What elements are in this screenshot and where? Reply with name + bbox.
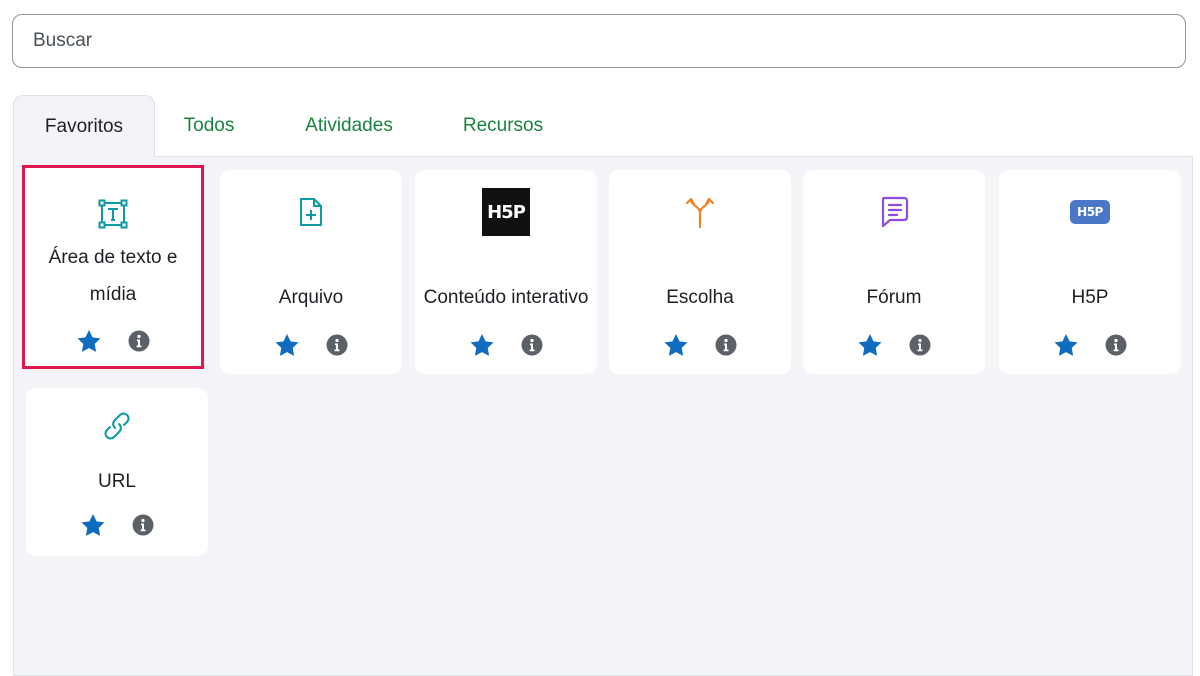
text-area-icon (25, 192, 201, 236)
module-label: Arquivo (278, 287, 344, 308)
module-label: Escolha (666, 287, 734, 308)
star-icon[interactable] (80, 513, 106, 537)
module-card-url[interactable]: URL (26, 388, 208, 556)
module-card-arquivo[interactable]: Arquivo (220, 170, 402, 374)
info-icon[interactable] (521, 334, 543, 356)
info-icon[interactable] (715, 334, 737, 356)
tab-favoritos[interactable]: Favoritos (13, 95, 155, 157)
star-icon[interactable] (857, 333, 883, 357)
file-plus-icon (220, 190, 402, 234)
module-card-conteudo-interativo[interactable]: H5P Conteúdo interativo (415, 170, 597, 374)
module-card-escolha[interactable]: Escolha (609, 170, 791, 374)
module-label: URL (97, 471, 136, 492)
search-input[interactable] (12, 14, 1186, 68)
info-icon[interactable] (128, 330, 150, 352)
module-label: Área de texto e mídia (48, 247, 178, 305)
info-icon[interactable] (326, 334, 348, 356)
module-card-text-area[interactable]: Área de texto e mídia (22, 165, 204, 369)
module-label: Fórum (866, 287, 922, 308)
choice-arrows-icon (609, 190, 791, 234)
tab-atividades[interactable]: Atividades (289, 95, 409, 157)
module-label: H5P (1071, 287, 1109, 308)
forum-chat-icon (803, 190, 985, 234)
star-icon[interactable] (469, 333, 495, 357)
info-icon[interactable] (132, 514, 154, 536)
star-icon[interactable] (1053, 333, 1079, 357)
star-icon[interactable] (274, 333, 300, 357)
h5p-logo-icon: H5P (415, 186, 597, 238)
module-card-h5p[interactable]: H5P H5P (999, 170, 1181, 374)
module-card-forum[interactable]: Fórum (803, 170, 985, 374)
tab-todos[interactable]: Todos (173, 95, 245, 157)
star-icon[interactable] (663, 333, 689, 357)
tab-recursos[interactable]: Recursos (447, 95, 559, 157)
star-icon[interactable] (76, 329, 102, 353)
module-label: Conteúdo interativo (423, 287, 589, 308)
info-icon[interactable] (909, 334, 931, 356)
info-icon[interactable] (1105, 334, 1127, 356)
tab-bar: Favoritos Todos Atividades Recursos (13, 95, 1193, 157)
h5p-badge-icon: H5P (999, 190, 1181, 234)
link-icon (26, 404, 208, 448)
